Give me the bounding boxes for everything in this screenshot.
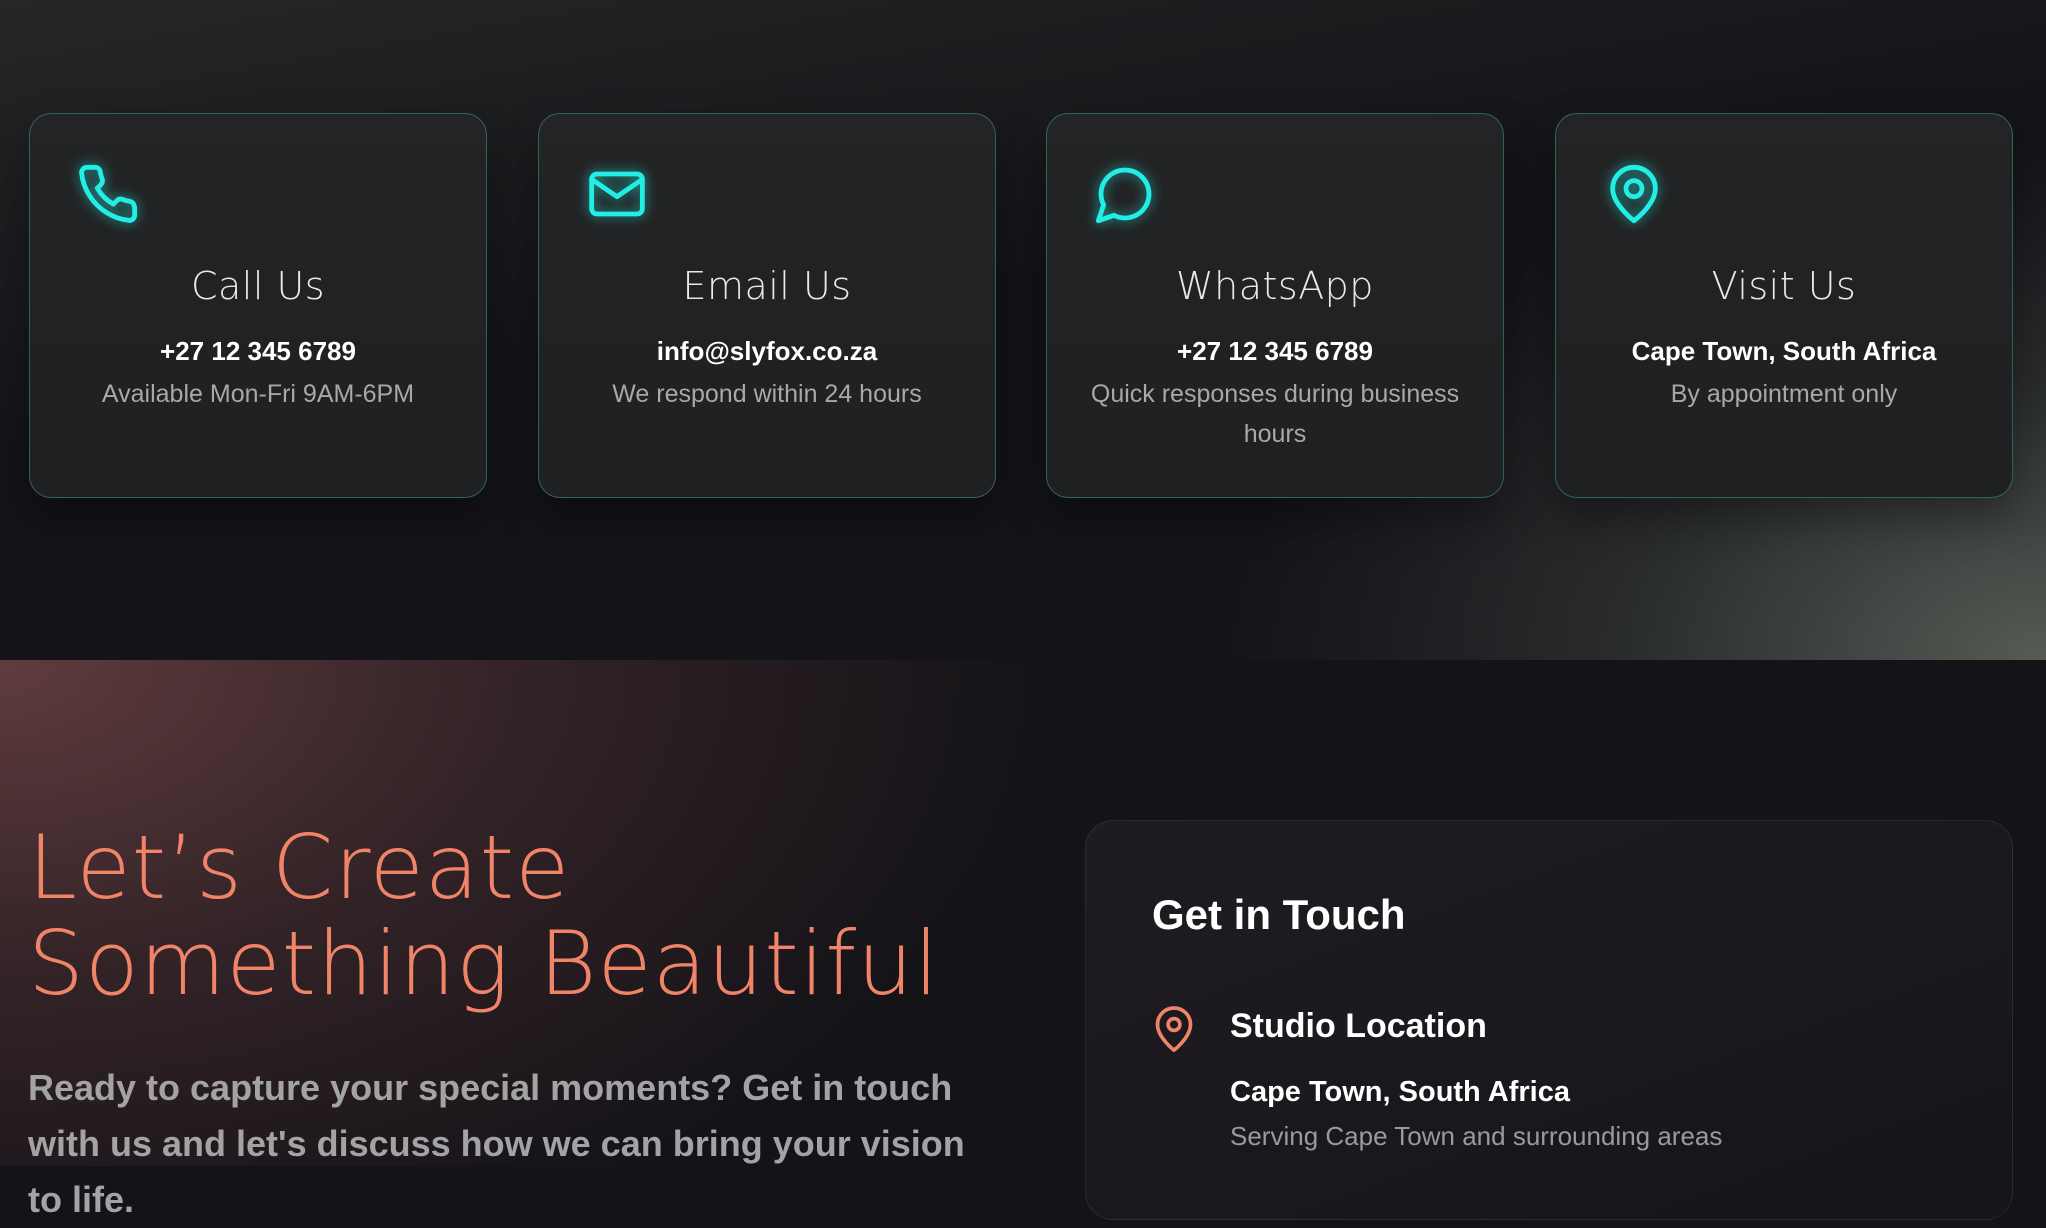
hero-title-line-1: Let’s Create [28, 816, 571, 919]
studio-address: Cape Town, South Africa [1230, 1076, 1570, 1108]
email-address[interactable]: info@slyfox.co.za [559, 336, 975, 367]
card-title: Visit Us [1711, 264, 1857, 308]
contact-card-call[interactable]: Call Us +27 12 345 6789 Available Mon-Fr… [29, 113, 487, 498]
map-pin-icon [1152, 1004, 1196, 1056]
phone-number[interactable]: +27 12 345 6789 [50, 336, 466, 367]
hero-title-line-2: Something Beautiful [28, 912, 940, 1015]
mail-icon [585, 162, 649, 226]
contact-card-visit[interactable]: Visit Us Cape Town, South Africa By appo… [1555, 113, 2013, 498]
panel-title: Get in Touch [1152, 891, 1406, 938]
hero-title: Let’s Create Something Beautiful [28, 820, 1028, 1012]
address[interactable]: Cape Town, South Africa [1576, 336, 1992, 367]
map-pin-icon [1602, 162, 1666, 226]
card-subtext: We respond within 24 hours [612, 380, 922, 408]
contact-card-whatsapp[interactable]: WhatsApp +27 12 345 6789 Quick responses… [1046, 113, 1504, 498]
get-in-touch-panel: Get in Touch Studio Location Cape Town, … [1085, 820, 2013, 1220]
hero-description: Ready to capture your special moments? G… [28, 1067, 965, 1220]
card-subtext: Quick responses during business hours [1090, 380, 1460, 448]
card-subtext: Available Mon-Fri 9AM-6PM [101, 380, 415, 408]
card-title: WhatsApp [1176, 264, 1374, 308]
card-title: Email Us [682, 264, 852, 308]
whatsapp-number[interactable]: +27 12 345 6789 [1067, 336, 1483, 367]
card-subtext: By appointment only [1670, 380, 1898, 408]
studio-service-area: Serving Cape Town and surrounding areas [1230, 1121, 1723, 1151]
card-title: Call Us [190, 264, 326, 308]
studio-location-label: Studio Location [1230, 1007, 1487, 1045]
phone-icon [76, 162, 140, 226]
contact-card-email[interactable]: Email Us info@slyfox.co.za We respond wi… [538, 113, 996, 498]
contact-methods-section: Call Us +27 12 345 6789 Available Mon-Fr… [0, 0, 2046, 660]
chat-bubble-icon [1093, 162, 1157, 226]
